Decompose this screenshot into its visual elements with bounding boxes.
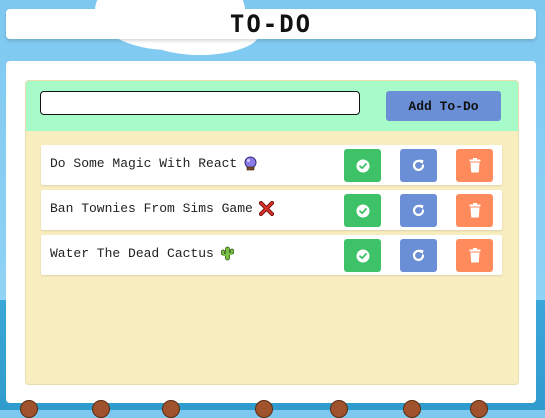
todo-text: Ban Townies From Sims Game (50, 201, 253, 216)
input-bar: Add To-Do (26, 81, 518, 131)
delete-button[interactable] (456, 194, 493, 227)
redo-arrow-icon (412, 249, 425, 261)
cactus-icon (220, 246, 235, 261)
delete-button[interactable] (456, 239, 493, 272)
todo-list: Do Some Magic With React Ban Townies Fro… (41, 145, 502, 280)
bottom-decoration (403, 400, 421, 418)
complete-button[interactable] (344, 194, 381, 227)
todo-item: Do Some Magic With React (41, 145, 502, 185)
add-todo-button[interactable]: Add To-Do (386, 91, 501, 121)
todo-container: Add To-Do Do Some Magic With React Ban T… (25, 80, 519, 385)
redo-arrow-icon (412, 159, 425, 171)
redo-button[interactable] (400, 149, 437, 182)
bottom-decoration (330, 400, 348, 418)
trash-icon (469, 203, 480, 218)
todo-item: Water The Dead Cactus (41, 235, 502, 275)
main-panel: Add To-Do Do Some Magic With React Ban T… (6, 61, 536, 403)
red-x-icon (258, 201, 274, 216)
todo-text: Do Some Magic With React (50, 156, 238, 171)
check-circle-icon (356, 159, 369, 172)
redo-button[interactable] (400, 194, 437, 227)
redo-button[interactable] (400, 239, 437, 272)
bottom-decoration (255, 400, 273, 418)
bottom-decoration (162, 400, 180, 418)
bottom-decoration (20, 400, 38, 418)
complete-button[interactable] (344, 239, 381, 272)
complete-button[interactable] (344, 149, 381, 182)
redo-arrow-icon (412, 204, 425, 216)
crystal-ball-icon (243, 156, 258, 171)
bottom-decoration (92, 400, 110, 418)
todo-text: Water The Dead Cactus (50, 246, 214, 261)
trash-icon (469, 248, 480, 263)
delete-button[interactable] (456, 149, 493, 182)
todo-input[interactable] (40, 91, 360, 115)
check-circle-icon (356, 204, 369, 217)
title-bar: TO-DO (6, 9, 536, 39)
bottom-decoration (470, 400, 488, 418)
todo-item: Ban Townies From Sims Game (41, 190, 502, 230)
check-circle-icon (356, 249, 369, 262)
trash-icon (469, 158, 480, 173)
page-title: TO-DO (229, 10, 313, 38)
